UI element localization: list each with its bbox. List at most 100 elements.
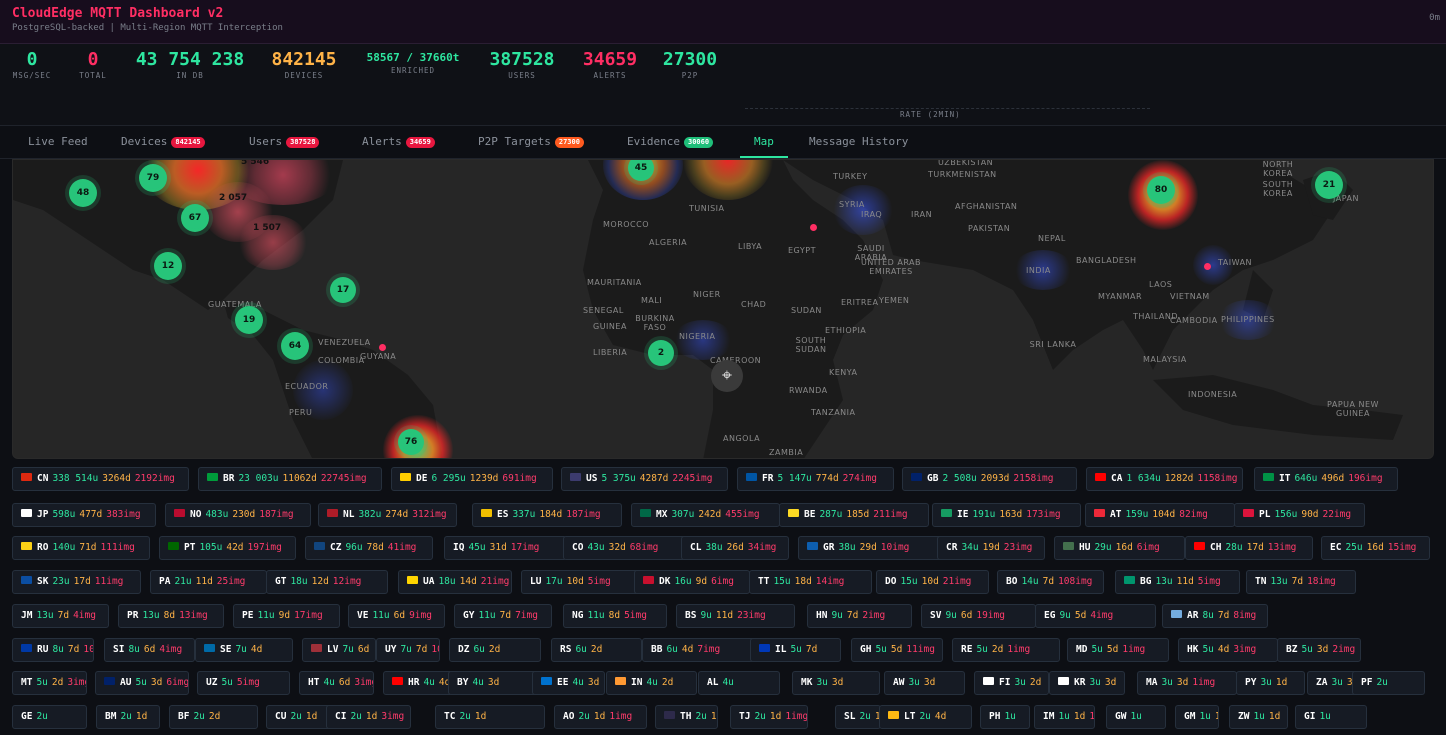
country-chip-uz[interactable]: UZ 5u 5img	[197, 671, 290, 695]
country-chip-gy[interactable]: GY 11u 7d 7img	[454, 604, 552, 628]
country-chip-bf[interactable]: BF 2u 2d	[169, 705, 258, 729]
country-chip-kr[interactable]: KR 3u 3d	[1049, 671, 1125, 695]
tab-map[interactable]: Map	[740, 126, 788, 158]
country-chip-gi[interactable]: GI 1u	[1295, 705, 1367, 729]
country-chip-bs[interactable]: BS 9u 11d 23img	[676, 604, 795, 628]
country-chip-mt[interactable]: MT5u2d3img	[12, 671, 87, 695]
map-cluster-marker[interactable]: 79	[139, 164, 167, 192]
country-chip-bo[interactable]: BO 14u 7d 108img	[997, 570, 1104, 594]
country-chip-hn[interactable]: HN 9u 7d 2img	[807, 604, 912, 628]
alert-marker[interactable]	[810, 224, 817, 231]
country-chip-al[interactable]: AL 4u	[698, 671, 780, 695]
country-chip-cl[interactable]: CL 38u 26d 34img	[681, 536, 789, 560]
country-chip-lu[interactable]: LU 17u 10d 5img	[521, 570, 642, 594]
country-chip-de[interactable]: DE 6 295u 1239d 691img	[391, 467, 553, 491]
country-chip-ng[interactable]: NG 11u 8d 5img	[563, 604, 667, 628]
country-chip-si[interactable]: SI 8u 6d 4img	[104, 638, 195, 662]
map-cluster-marker[interactable]: 67	[181, 204, 209, 232]
country-chip-jm[interactable]: JM 13u 7d 4img	[12, 604, 109, 628]
country-chip-do[interactable]: DO 15u 10d 21img	[876, 570, 989, 594]
country-chip-hu[interactable]: HU 29u 16d 6img	[1054, 536, 1185, 560]
alert-marker[interactable]	[1204, 263, 1211, 270]
country-chip-eg[interactable]: EG 9u 5d 4img	[1035, 604, 1156, 628]
country-chip-lt[interactable]: LT 2u 4d	[879, 705, 972, 729]
country-chip-pr[interactable]: PR 13u 8d 13img	[118, 604, 224, 628]
country-chip-py[interactable]: PY 3u 1d	[1236, 671, 1305, 695]
country-chip-cr[interactable]: CR 34u 19d 23img	[937, 536, 1045, 560]
map-cluster-marker[interactable]: 2	[648, 340, 674, 366]
tab-p2p-targets[interactable]: P2P Targets 27300	[478, 126, 584, 158]
country-chip-bm[interactable]: BM 2u 1d	[96, 705, 160, 729]
country-chip-bz[interactable]: BZ 5u 3d 2img	[1277, 638, 1361, 662]
country-chip-sl[interactable]: SL2u1d	[835, 705, 881, 729]
unpin-icon[interactable]: ⌖	[711, 360, 743, 392]
country-chip-sk[interactable]: SK 23u 17d 11img	[12, 570, 141, 594]
country-chip-gt[interactable]: GT 18u 12d 12img	[266, 570, 388, 594]
country-chip-ua[interactable]: UA 18u 14d 21img	[398, 570, 512, 594]
map-cluster-marker[interactable]: 19	[235, 306, 263, 334]
country-chip-in[interactable]: IN 4u 2d	[606, 671, 697, 695]
country-chip-pf[interactable]: PF 2u	[1352, 671, 1425, 695]
country-chip-ph[interactable]: PH 1u	[980, 705, 1030, 729]
country-chip-ee[interactable]: EE 4u 3d	[532, 671, 605, 695]
world-map[interactable]: TURKEY UZBEKISTAN TURKMENISTAN AFGHANISTAN P…	[12, 159, 1434, 459]
country-chip-fi[interactable]: FI 3u 2d	[974, 671, 1049, 695]
country-chip-pt[interactable]: PT 105u 42d 197img	[159, 536, 296, 560]
map-cluster-marker[interactable]: 21	[1315, 171, 1343, 199]
country-chip-mx[interactable]: MX 307u 242d 455img	[631, 503, 780, 527]
country-chip-th[interactable]: TH2u1d1img	[655, 705, 718, 729]
country-chip-dk[interactable]: DK 16u 9d 6img	[634, 570, 750, 594]
country-chip-gm[interactable]: GM1u 1d	[1175, 705, 1219, 729]
country-chip-gw[interactable]: GW 1u	[1106, 705, 1166, 729]
country-chip-bb[interactable]: BB 6u 4d 7img	[642, 638, 759, 662]
country-chip-gr[interactable]: GR 38u 29d 10img	[798, 536, 945, 560]
country-chip-mk[interactable]: MK 3u 3d	[792, 671, 880, 695]
tab-evidence[interactable]: Evidence 30060	[627, 126, 714, 158]
country-chip-im[interactable]: IM1u1d1img	[1034, 705, 1095, 729]
country-chip-md[interactable]: MD 5u 5d 1img	[1067, 638, 1169, 662]
country-chip-ht[interactable]: HT4u6d3img	[299, 671, 374, 695]
country-chip-ec[interactable]: EC 25u 16d 15img	[1321, 536, 1430, 560]
tab-message-history[interactable]: Message History	[809, 126, 908, 158]
country-chip-lv[interactable]: LV 7u 6d	[302, 638, 376, 662]
country-chip-re[interactable]: RE 5u 2d 1img	[952, 638, 1060, 662]
country-chip-bg[interactable]: BG 13u 11d 5img	[1115, 570, 1240, 594]
country-chip-ge[interactable]: GE 2u	[12, 705, 87, 729]
country-chip-ch[interactable]: CH 28u 17d 13img	[1185, 536, 1313, 560]
country-chip-il[interactable]: IL 5u 7d	[750, 638, 841, 662]
country-chip-uy[interactable]: UY7u7d10img	[376, 638, 440, 662]
country-chip-at[interactable]: AT 159u 104d 82img	[1085, 503, 1235, 527]
country-chip-zw[interactable]: ZW 1u 1d	[1229, 705, 1288, 729]
map-cluster-marker[interactable]: 48	[69, 179, 97, 207]
country-chip-pe[interactable]: PE 11u 9d 17img	[233, 604, 340, 628]
tab-alerts[interactable]: Alerts 34659	[362, 126, 435, 158]
country-chip-cn[interactable]: CN 338 514u 3264d 2192img	[12, 467, 189, 491]
country-chip-tc[interactable]: TC 2u 1d	[435, 705, 545, 729]
country-chip-gb[interactable]: GB 2 508u 2093d 2158img	[902, 467, 1077, 491]
country-chip-it[interactable]: IT 646u 496d 196img	[1254, 467, 1398, 491]
country-chip-ar[interactable]: AR 8u 7d 8img	[1162, 604, 1268, 628]
tab-devices[interactable]: Devices 842145	[121, 126, 205, 158]
map-cluster-marker[interactable]: 17	[330, 277, 356, 303]
country-chip-tn[interactable]: TN 13u 7d 18img	[1246, 570, 1356, 594]
tab-users[interactable]: Users 387528	[249, 126, 320, 158]
country-chip-au[interactable]: AU 5u 3d 6img	[95, 671, 189, 695]
country-chip-hk[interactable]: HK 5u 4d 3img	[1178, 638, 1278, 662]
country-chip-se[interactable]: SE 7u 4d	[195, 638, 293, 662]
country-chip-us[interactable]: US 5 375u 4287d 2245img	[561, 467, 728, 491]
country-chip-be[interactable]: BE 287u 185d 211img	[779, 503, 929, 527]
country-chip-ma[interactable]: MA 3u 3d 1img	[1137, 671, 1237, 695]
country-chip-tt[interactable]: TT 15u 18d 14img	[749, 570, 872, 594]
country-chip-cz[interactable]: CZ 96u 78d 41img	[305, 536, 433, 560]
country-chip-dz[interactable]: DZ 6u 2d	[449, 638, 541, 662]
tab-live-feed[interactable]: Live Feed	[28, 126, 88, 158]
country-chip-ve[interactable]: VE 11u 6d 9img	[348, 604, 445, 628]
map-cluster-marker[interactable]: 80	[1147, 176, 1175, 204]
country-chip-ca[interactable]: CA 1 634u 1282d 1158img	[1086, 467, 1243, 491]
alert-marker[interactable]	[379, 344, 386, 351]
country-chip-no[interactable]: NO 483u 230d 187img	[165, 503, 311, 527]
country-chip-aw[interactable]: AW 3u 3d	[884, 671, 965, 695]
country-chip-sv[interactable]: SV 9u 6d 19img	[921, 604, 1036, 628]
map-cluster-marker[interactable]: 12	[154, 252, 182, 280]
country-chip-pa[interactable]: PA 21u 11d 25img	[150, 570, 267, 594]
